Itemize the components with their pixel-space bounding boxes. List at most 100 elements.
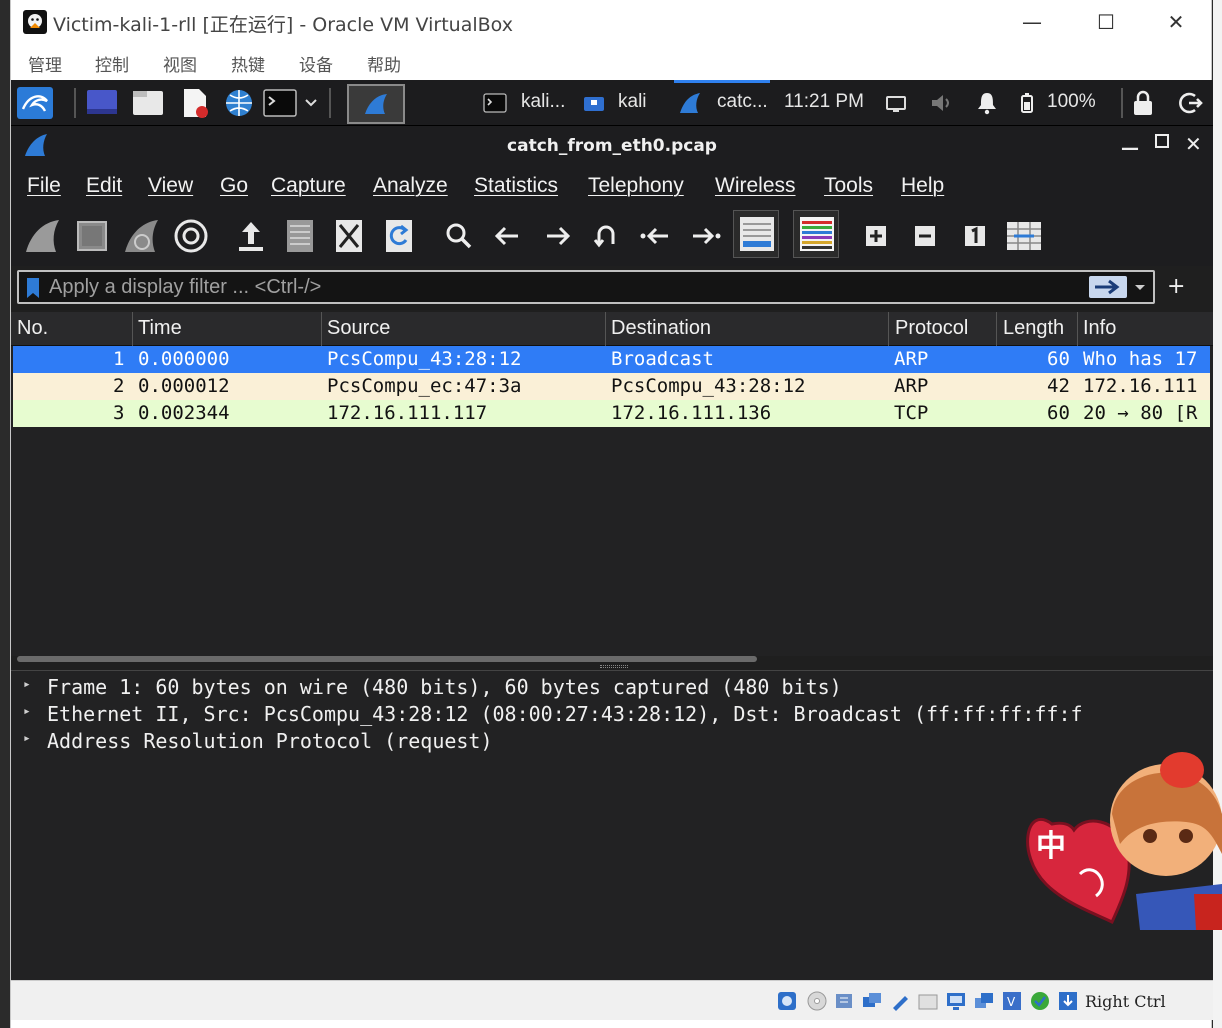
close-button[interactable]: ✕	[1159, 6, 1193, 38]
optical-drive-icon[interactable]	[806, 990, 828, 1012]
column-destination[interactable]: Destination	[611, 317, 711, 340]
menu-go[interactable]: Go	[220, 174, 248, 198]
column-source[interactable]: Source	[327, 317, 390, 340]
file-manager-icon[interactable]	[131, 87, 165, 119]
logout-icon[interactable]	[1177, 87, 1203, 119]
menu-view[interactable]: View	[148, 174, 193, 198]
save-file-icon[interactable]	[280, 216, 320, 256]
start-capture-icon[interactable]	[23, 216, 63, 256]
column-time[interactable]: Time	[138, 317, 182, 340]
column-info[interactable]: Info	[1083, 317, 1116, 340]
packet-row-selected[interactable]: 1 0.000000 PcsCompu_43:28:12 Broadcast A…	[13, 346, 1210, 373]
vbox-menu-hotkeys[interactable]: 热键	[231, 51, 265, 76]
volume-muted-icon[interactable]	[929, 87, 955, 119]
workspace-switcher[interactable]	[347, 84, 405, 124]
video-capture-icon[interactable]	[973, 990, 995, 1012]
add-filter-button-plus-icon[interactable]: +	[1167, 274, 1185, 299]
normal-size-icon[interactable]	[955, 216, 995, 256]
column-divider[interactable]	[605, 312, 606, 346]
close-file-icon[interactable]	[329, 216, 369, 256]
column-divider[interactable]	[888, 312, 889, 346]
guest-additions-icon[interactable]: V	[1001, 990, 1023, 1012]
horizontal-scrollbar[interactable]	[17, 656, 757, 662]
audio-icon[interactable]	[834, 990, 856, 1012]
chevron-down-icon[interactable]	[303, 87, 319, 119]
expand-arrow-icon[interactable]: ▸	[23, 731, 31, 746]
menu-help[interactable]: Help	[901, 174, 944, 198]
show-desktop-icon[interactable]	[85, 87, 119, 119]
panel-clock[interactable]: 11:21 PM	[784, 91, 864, 113]
go-first-packet-icon[interactable]	[636, 216, 676, 256]
column-length[interactable]: Length	[1003, 317, 1064, 340]
apply-filter-button[interactable]	[1089, 276, 1127, 298]
pane-splitter-handle[interactable]	[600, 665, 628, 668]
display-filter-input[interactable]	[49, 274, 1079, 300]
mouse-integration-icon[interactable]	[1057, 990, 1079, 1012]
expand-arrow-icon[interactable]: ▸	[23, 677, 31, 692]
text-editor-icon[interactable]	[179, 87, 211, 119]
vbox-menu-manage[interactable]: 管理	[28, 51, 62, 76]
expand-arrow-icon[interactable]: ▸	[23, 704, 31, 719]
ws-close-button[interactable]: ✕	[1185, 132, 1202, 156]
vbox-menu-control[interactable]: 控制	[95, 51, 129, 76]
menu-telephony[interactable]: Telephony	[588, 174, 684, 198]
menu-wireless[interactable]: Wireless	[715, 174, 796, 198]
packet-row[interactable]: 2 0.000012 PcsCompu_ec:47:3a PcsCompu_43…	[13, 373, 1210, 400]
usb-icon[interactable]	[889, 990, 911, 1012]
menu-file[interactable]: File	[27, 174, 61, 198]
find-packet-search-icon[interactable]	[439, 216, 479, 256]
go-forward-arrow-icon[interactable]	[537, 216, 577, 256]
go-back-arrow-icon[interactable]	[488, 216, 528, 256]
vbox-menu-view[interactable]: 视图	[163, 51, 197, 76]
colorize-toggle[interactable]	[793, 210, 839, 258]
display-settings-icon[interactable]	[945, 990, 967, 1012]
detail-row-frame[interactable]: ▸ Frame 1: 60 bytes on wire (480 bits), …	[23, 673, 1213, 700]
battery-icon[interactable]	[1019, 87, 1035, 119]
terminal-icon[interactable]	[263, 87, 297, 119]
autoscroll-toggle[interactable]	[733, 210, 779, 258]
cpu-indicator-icon[interactable]	[1029, 990, 1051, 1012]
web-browser-icon[interactable]	[223, 87, 255, 119]
menu-analyze[interactable]: Analyze	[373, 174, 448, 198]
vbox-menu-help[interactable]: 帮助	[367, 51, 401, 76]
ws-minimize-button[interactable]: —	[1121, 138, 1139, 159]
menu-statistics[interactable]: Statistics	[474, 174, 558, 198]
ws-maximize-button[interactable]	[1155, 134, 1169, 148]
display-icon[interactable]	[885, 87, 907, 119]
taskbar-item-terminal[interactable]: kali...	[521, 91, 565, 113]
hard-disk-icon[interactable]	[776, 990, 798, 1012]
menu-edit[interactable]: Edit	[86, 174, 122, 198]
open-file-icon[interactable]	[231, 216, 271, 256]
zoom-in-icon[interactable]	[856, 216, 896, 256]
shared-folders-icon[interactable]	[917, 990, 939, 1012]
column-divider[interactable]	[132, 312, 133, 346]
bookmark-icon[interactable]	[25, 276, 41, 300]
column-divider[interactable]	[1077, 312, 1078, 346]
zoom-out-icon[interactable]	[905, 216, 945, 256]
lock-icon[interactable]	[1131, 87, 1155, 119]
network-icon[interactable]	[861, 990, 883, 1012]
taskbar-item-folder[interactable]: kali	[618, 91, 647, 113]
resize-columns-icon[interactable]	[1004, 216, 1044, 256]
vbox-menu-devices[interactable]: 设备	[299, 51, 333, 76]
capture-options-gear-icon[interactable]	[171, 216, 211, 256]
reload-file-icon[interactable]	[379, 216, 419, 256]
menu-capture[interactable]: Capture	[271, 174, 346, 198]
column-divider[interactable]	[321, 312, 322, 346]
menu-tools[interactable]: Tools	[824, 174, 873, 198]
detail-row-ethernet[interactable]: ▸ Ethernet II, Src: PcsCompu_43:28:12 (0…	[23, 700, 1213, 727]
column-divider[interactable]	[996, 312, 997, 346]
column-protocol[interactable]: Protocol	[895, 317, 968, 340]
chevron-down-icon[interactable]	[1133, 280, 1147, 294]
notification-bell-icon[interactable]	[975, 87, 999, 119]
packet-row[interactable]: 3 0.002344 172.16.111.117 172.16.111.136…	[13, 400, 1210, 427]
stop-capture-icon[interactable]	[72, 216, 112, 256]
kali-menu-icon[interactable]	[17, 87, 53, 119]
column-no[interactable]: No.	[17, 317, 48, 340]
minimize-button[interactable]: —	[1015, 6, 1049, 38]
go-to-packet-icon[interactable]	[586, 216, 626, 256]
maximize-button[interactable]: ☐	[1089, 6, 1123, 38]
restart-capture-icon[interactable]	[122, 216, 162, 256]
taskbar-item-wireshark[interactable]: catc...	[717, 91, 768, 113]
go-last-packet-icon[interactable]	[685, 216, 725, 256]
